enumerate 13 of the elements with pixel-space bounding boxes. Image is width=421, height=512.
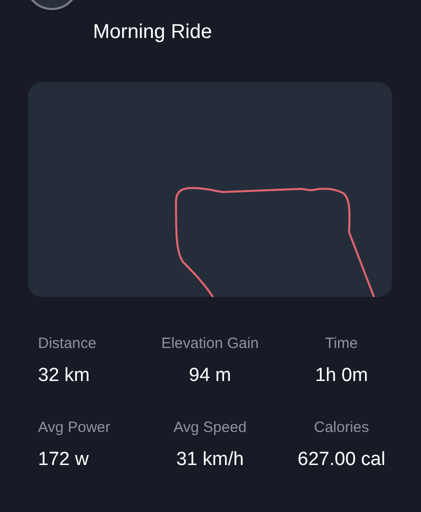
stat-label: Calories bbox=[314, 419, 370, 437]
stat-value: 31 km/h bbox=[176, 449, 244, 471]
stat-label: Distance bbox=[38, 335, 96, 353]
stat-value: 32 km bbox=[38, 365, 90, 387]
stat-label: Time bbox=[325, 335, 358, 353]
stat-label: Avg Speed bbox=[173, 419, 247, 437]
stat-label: Elevation Gain bbox=[161, 335, 259, 353]
stat-label: Avg Power bbox=[38, 419, 110, 437]
stat-value: 1h 0m bbox=[315, 365, 368, 387]
stat-value: 94 m bbox=[188, 365, 232, 387]
stat-value: 627.00 cal bbox=[298, 449, 386, 471]
activity-title: Morning Ride bbox=[93, 20, 212, 45]
stat-value: 172 w bbox=[38, 449, 89, 471]
